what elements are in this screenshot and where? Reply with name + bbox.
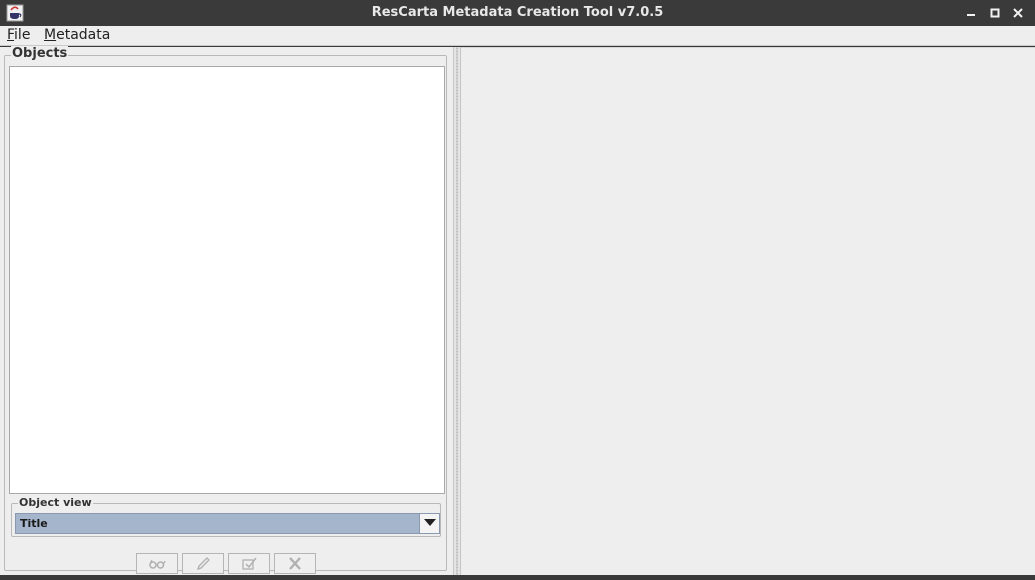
glasses-icon	[137, 556, 177, 571]
maximize-icon[interactable]	[987, 5, 1003, 21]
menu-metadata[interactable]: Metadata	[43, 27, 111, 45]
object-view-group: Object view Title	[11, 496, 441, 537]
menu-metadata-mnemonic: M	[44, 27, 57, 43]
split-pane-divider[interactable]	[453, 47, 461, 575]
edit-metadata-button[interactable]	[228, 553, 270, 574]
edit-check-icon	[229, 556, 269, 571]
delete-x-icon	[275, 556, 315, 571]
object-view-select[interactable]: Title	[15, 513, 440, 534]
menu-metadata-label: etadata	[56, 27, 111, 43]
close-icon[interactable]	[1010, 5, 1026, 21]
menu-file-mnemonic: F	[7, 27, 15, 43]
delete-object-button[interactable]	[274, 553, 316, 574]
edit-object-button[interactable]	[182, 553, 224, 574]
splitter-grip	[456, 47, 458, 575]
object-view-selected: Title	[20, 517, 48, 530]
objects-list[interactable]	[9, 66, 445, 494]
object-view-label: Object view	[18, 496, 93, 510]
menu-file[interactable]: File	[6, 27, 31, 45]
menu-file-label: ile	[14, 27, 31, 43]
window-title: ResCarta Metadata Creation Tool v7.0.5	[371, 5, 664, 20]
chevron-down-icon[interactable]	[419, 514, 439, 533]
window-bottom-border	[0, 575, 1035, 580]
minimize-icon[interactable]	[963, 5, 979, 21]
objects-title: Objects	[11, 46, 69, 62]
left-panel: Objects Object view Title	[0, 46, 453, 575]
pencil-icon	[183, 556, 223, 571]
window-titlebar: ResCarta Metadata Creation Tool v7.0.5	[0, 0, 1035, 26]
menu-bar: File Metadata	[0, 26, 1035, 46]
view-object-button[interactable]	[136, 553, 178, 574]
right-panel	[461, 47, 1035, 575]
objects-group: Objects Object view Title	[4, 46, 447, 574]
